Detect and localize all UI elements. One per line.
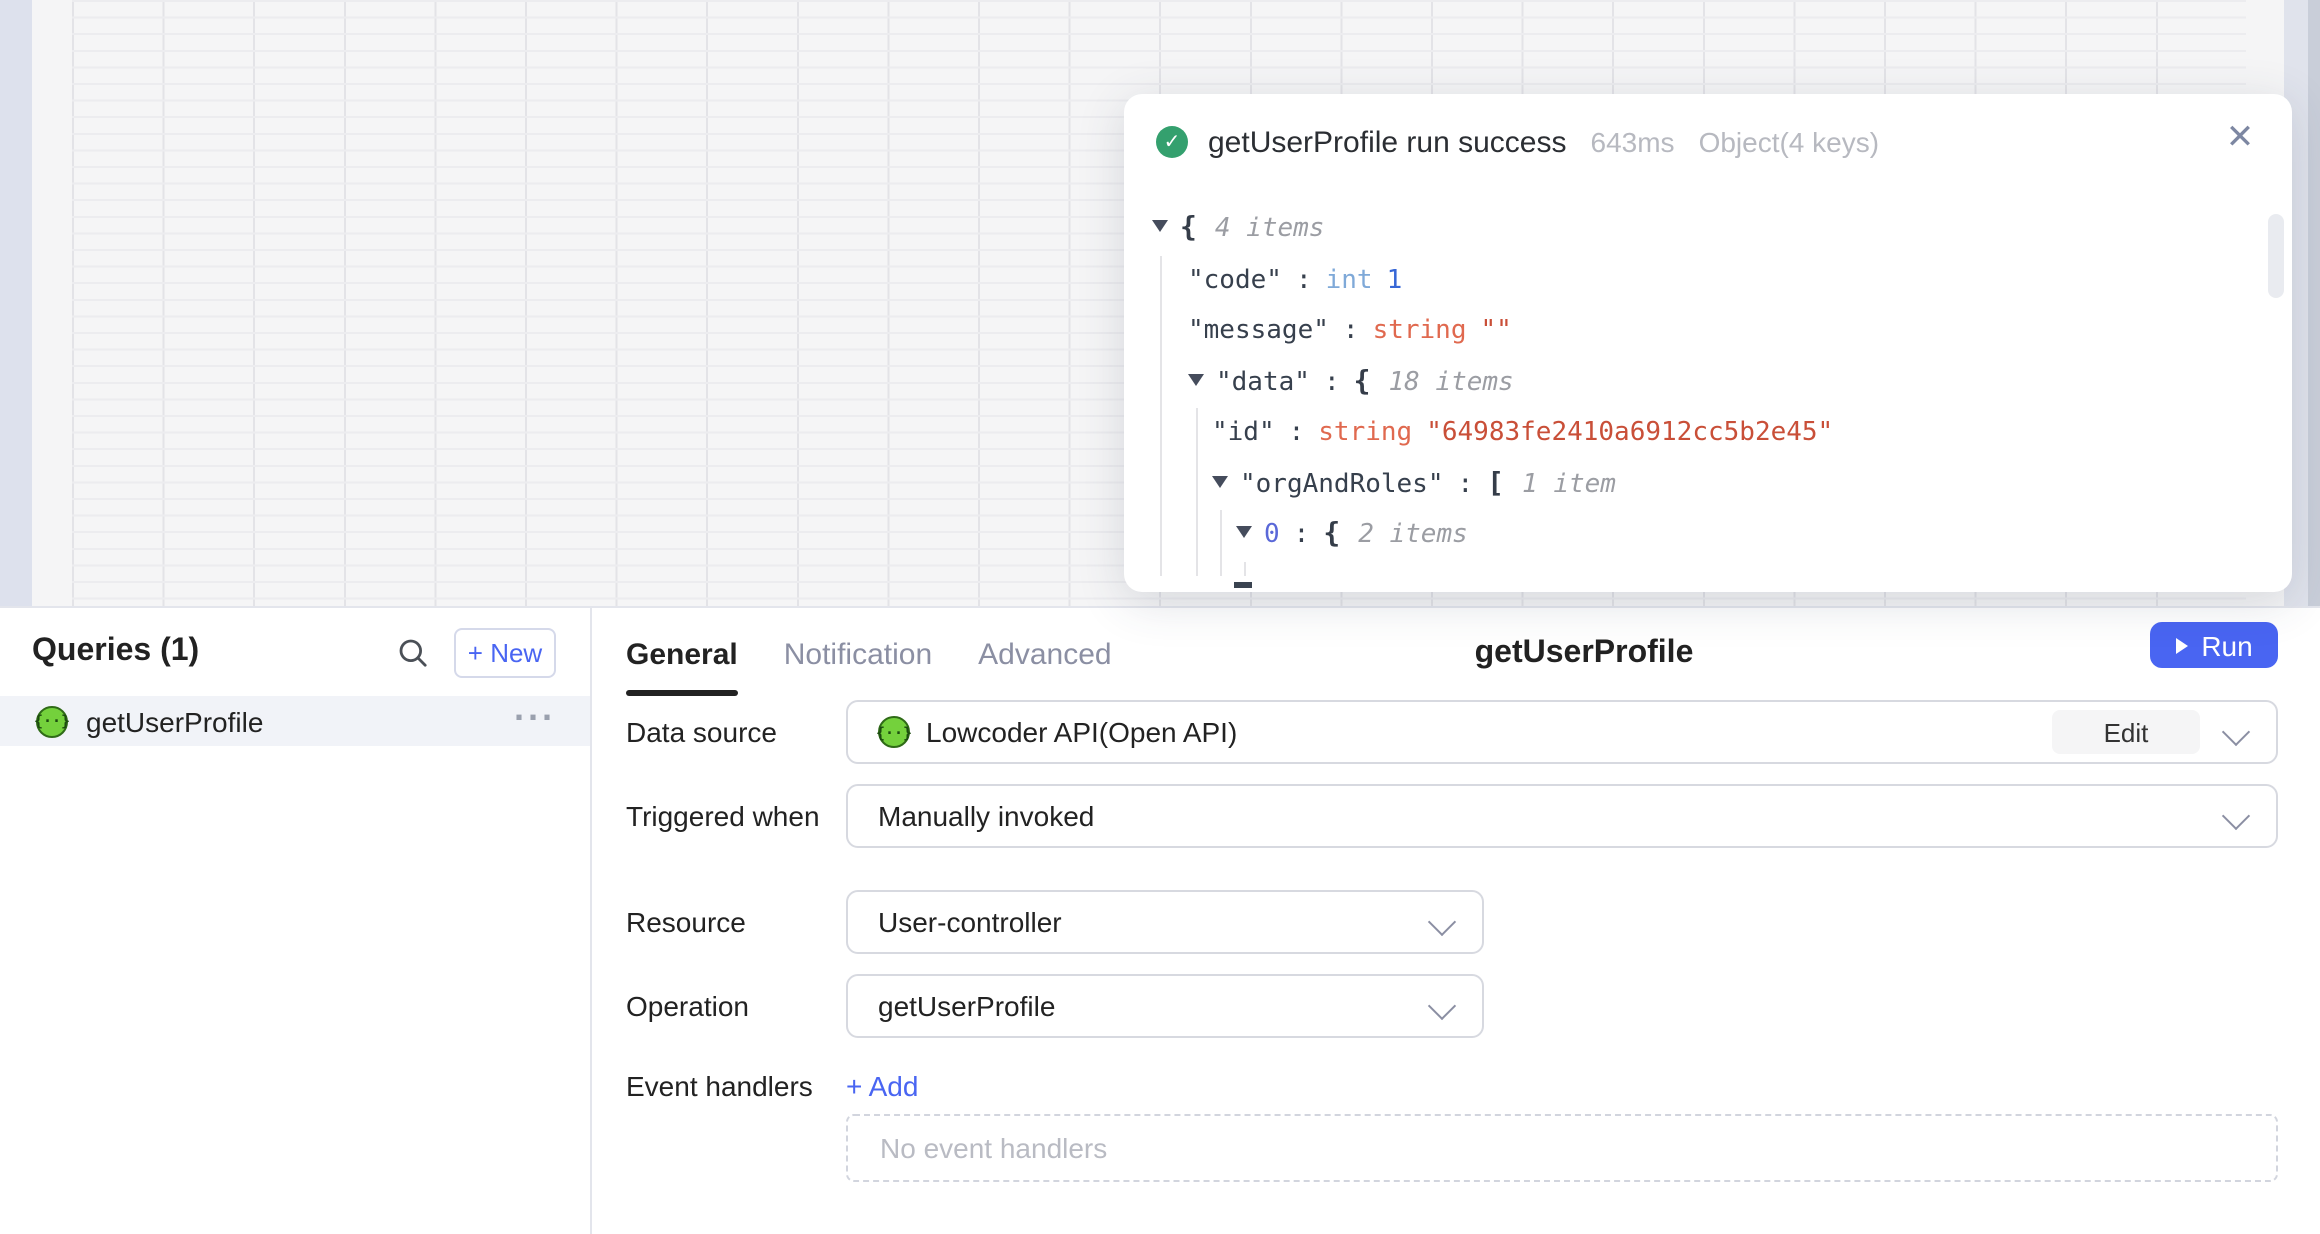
data-source-row: Data source {··} Lowcoder API(Open API) … (626, 700, 2320, 764)
indent-guide (1160, 256, 1162, 576)
success-check-icon: ✓ (1156, 126, 1188, 158)
window-edge-strip (2308, 0, 2320, 606)
resource-row: Resource User-controller (626, 890, 2320, 954)
popup-scrollbar-thumb[interactable] (2268, 214, 2284, 298)
queries-panel-title: Queries (1) (32, 634, 199, 670)
event-handlers-empty-wrap: No event handlers (626, 1114, 2320, 1182)
tab-general[interactable]: General (626, 637, 738, 671)
open-api-icon: {··} (36, 705, 68, 737)
close-icon[interactable]: ✕ (2216, 114, 2264, 162)
query-form: Data source {··} Lowcoder API(Open API) … (626, 700, 2320, 1182)
json-row: {4 items (1124, 204, 2264, 255)
tab-notification[interactable]: Notification (784, 637, 932, 671)
chevron-down-icon (1428, 908, 1456, 936)
indent-guide (1244, 562, 1246, 576)
clipped-json-row (1234, 582, 1252, 587)
new-query-button[interactable]: + New (454, 627, 556, 677)
data-source-select[interactable]: {··} Lowcoder API(Open API) Edit (846, 700, 2278, 764)
run-duration: 643ms (1591, 126, 1675, 158)
add-event-handler-button[interactable]: + Add (846, 1070, 918, 1102)
operation-label: Operation (626, 990, 846, 1022)
collapse-arrow-icon[interactable] (1236, 526, 1252, 538)
queries-header: Queries (1) + New (0, 608, 590, 696)
more-options-icon[interactable]: ··· (514, 697, 556, 739)
json-row: "data":{18 items (1124, 357, 2264, 408)
json-row: 0:{2 items (1124, 510, 2264, 561)
queries-sidebar: Queries (1) + New {··} getUserProfile ··… (0, 608, 592, 1234)
edit-datasource-button[interactable]: Edit (2052, 710, 2200, 754)
resource-label: Resource (626, 906, 846, 938)
result-type: Object(4 keys) (1699, 126, 1880, 158)
json-row: "id":string"64983fe2410a6912cc5b2e45" (1124, 408, 2264, 459)
popup-header: ✓ getUserProfile run success 643ms Objec… (1124, 94, 2292, 190)
json-tree: {4 items"code":int1"message":string"""da… (1124, 190, 2264, 592)
no-event-handlers-text: No event handlers (880, 1132, 1107, 1164)
json-row: "orgAndRoles":[1 item (1124, 459, 2264, 510)
tab-advanced[interactable]: Advanced (978, 637, 1111, 671)
query-result-popup: ✓ getUserProfile run success 643ms Objec… (1124, 94, 2292, 592)
event-handlers-label: Event handlers (626, 1070, 846, 1102)
resource-select[interactable]: User-controller (846, 890, 1484, 954)
event-handlers-row: Event handlers + Add (626, 1066, 2320, 1106)
chevron-down-icon (2222, 718, 2250, 746)
triggered-when-row: Triggered when Manually invoked (626, 784, 2320, 848)
collapse-arrow-icon[interactable] (1152, 220, 1168, 232)
query-title: getUserProfile (1475, 608, 1694, 700)
popup-title: getUserProfile run success (1208, 125, 1567, 159)
json-row: "message":string"" (1124, 306, 2264, 357)
triggered-when-label: Triggered when (626, 800, 846, 832)
data-source-label: Data source (626, 716, 846, 748)
editor-header: General Notification Advanced (626, 608, 2320, 700)
run-button[interactable]: Run (2150, 622, 2278, 668)
search-icon[interactable] (390, 630, 434, 674)
open-api-icon: {··} (878, 716, 910, 748)
collapse-arrow-icon[interactable] (1188, 373, 1204, 385)
app-root: ✓ getUserProfile run success 643ms Objec… (0, 0, 2320, 1234)
json-row: "code":int1 (1124, 255, 2264, 306)
indent-guide (1220, 510, 1222, 576)
event-handlers-empty-box: No event handlers (846, 1114, 2278, 1182)
operation-row: Operation getUserProfile (626, 974, 2320, 1038)
chevron-down-icon (1428, 992, 1456, 1020)
indent-guide (1196, 408, 1198, 576)
query-name: getUserProfile (86, 705, 263, 737)
chevron-down-icon (2222, 802, 2250, 830)
operation-select[interactable]: getUserProfile (846, 974, 1484, 1038)
query-list-item[interactable]: {··} getUserProfile ··· (0, 696, 590, 746)
query-editor: General Notification Advanced getUserPro… (592, 608, 2320, 1234)
canvas-left-margin (0, 0, 32, 606)
query-editor-panel: Queries (1) + New {··} getUserProfile ··… (0, 606, 2320, 1234)
collapse-arrow-icon[interactable] (1212, 475, 1228, 487)
play-icon (2175, 637, 2187, 653)
triggered-when-select[interactable]: Manually invoked (846, 784, 2278, 848)
